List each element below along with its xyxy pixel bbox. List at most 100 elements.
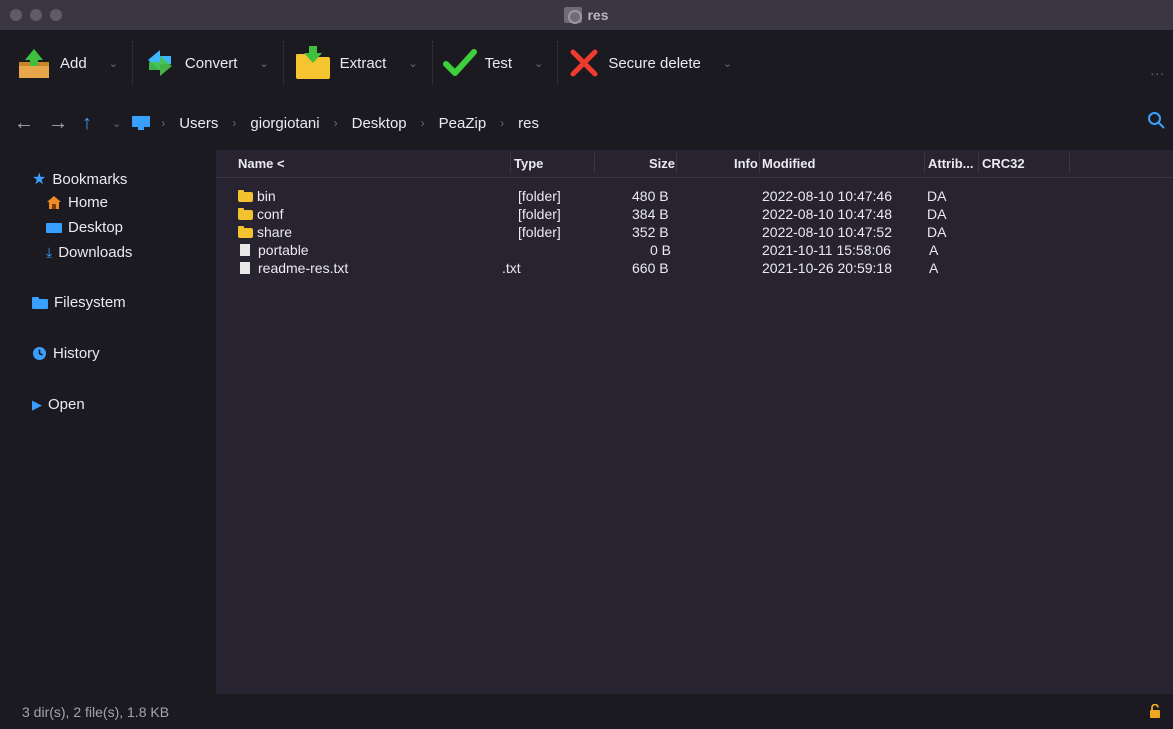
sidebar: ★ Bookmarks Home Desktop ⤓ Downloads Fil… xyxy=(0,150,216,694)
toolbar-divider xyxy=(131,41,133,85)
sidebar-filesystem[interactable]: Filesystem xyxy=(32,294,126,311)
breadcrumb-giorgiotani[interactable]: giorgiotani xyxy=(250,115,319,132)
column-name[interactable]: Name < xyxy=(238,156,285,171)
sidebar-open-label: Open xyxy=(48,396,85,413)
sidebar-item-label: Home xyxy=(68,194,109,211)
breadcrumb-peazip[interactable]: PeaZip xyxy=(439,115,487,132)
star-icon: ★ xyxy=(32,171,47,188)
column-modified[interactable]: Modified xyxy=(762,156,815,171)
file-modified-cell: 2022-08-10 10:47:46 xyxy=(762,188,892,204)
sidebar-item-label: Desktop xyxy=(68,219,124,236)
test-label: Test xyxy=(484,54,513,72)
column-divider[interactable] xyxy=(1069,153,1070,173)
sidebar-item-home[interactable]: Home xyxy=(46,194,108,211)
file-row-share[interactable]: share [folder] 352 B 2022-08-10 10:47:52… xyxy=(216,224,1173,240)
toolbar-divider xyxy=(431,41,433,85)
convert-icon xyxy=(147,50,172,76)
computer-icon[interactable] xyxy=(131,115,151,131)
add-icon xyxy=(19,49,49,78)
column-divider[interactable] xyxy=(676,153,677,173)
folder-icon xyxy=(32,296,48,309)
back-arrow-icon[interactable]: ← xyxy=(14,112,34,135)
column-size[interactable]: Size xyxy=(649,156,675,171)
file-row-bin[interactable]: bin [folder] 480 B 2022-08-10 10:47:46 D… xyxy=(216,188,1173,204)
more-options-icon[interactable]: ... xyxy=(1150,62,1165,78)
convert-dropdown-icon[interactable]: ⌄ xyxy=(259,57,268,70)
sidebar-open[interactable]: ▶ Open xyxy=(32,396,85,413)
file-size-cell: 384 B xyxy=(632,206,669,222)
file-modified-cell: 2022-08-10 10:47:52 xyxy=(762,224,892,240)
up-arrow-icon[interactable]: ↑ xyxy=(82,112,92,135)
file-list: Name < Type Size Info Modified Attrib...… xyxy=(216,150,1173,694)
search-icon[interactable] xyxy=(1147,111,1165,129)
convert-button[interactable]: Convert ⌄ xyxy=(143,43,283,83)
breadcrumb-users[interactable]: Users xyxy=(179,115,218,132)
checkmark-icon xyxy=(442,49,477,76)
toolbar-divider xyxy=(282,41,284,85)
file-icon xyxy=(240,262,250,274)
column-divider[interactable] xyxy=(924,153,925,173)
add-dropdown-icon[interactable]: ⌄ xyxy=(109,57,118,70)
history-icon xyxy=(33,347,46,360)
file-attrib-cell: A xyxy=(929,260,939,276)
file-type-cell: .txt xyxy=(502,260,521,276)
file-size-cell: 0 B xyxy=(650,242,672,258)
file-row-readme-res-txt[interactable]: readme-res.txt .txt 660 B 2021-10-26 20:… xyxy=(216,260,1173,276)
file-size-cell: 480 B xyxy=(632,188,669,204)
file-attrib-cell: A xyxy=(929,242,939,258)
test-button[interactable]: Test ⌄ xyxy=(442,43,558,83)
file-name-cell: bin xyxy=(238,188,276,204)
minimize-window-button[interactable] xyxy=(30,9,42,21)
zoom-window-button[interactable] xyxy=(50,9,62,21)
sidebar-bookmarks[interactable]: ★ Bookmarks xyxy=(32,169,127,189)
extract-label: Extract xyxy=(339,54,387,72)
test-dropdown-icon[interactable]: ⌄ xyxy=(534,57,543,70)
file-size-cell: 352 B xyxy=(632,224,669,240)
breadcrumb-separator: › xyxy=(232,116,237,130)
toolbar: Add ⌄ Convert ⌄ Extract ⌄ Test ⌄ Secure … xyxy=(0,30,1173,96)
file-type-cell: [folder] xyxy=(518,188,561,204)
add-button[interactable]: Add ⌄ xyxy=(16,43,132,83)
address-bar: ← → ↑ ⌄ › Users › giorgiotani › Desktop … xyxy=(0,96,1173,150)
secure-delete-dropdown-icon[interactable]: ⌄ xyxy=(723,57,732,70)
column-divider[interactable] xyxy=(978,153,979,173)
forward-arrow-icon[interactable]: → xyxy=(48,112,68,135)
extract-button[interactable]: Extract ⌄ xyxy=(294,43,432,83)
folder-icon xyxy=(238,190,253,202)
sidebar-item-downloads[interactable]: ⤓ Downloads xyxy=(46,244,132,261)
file-icon xyxy=(240,244,250,256)
breadcrumb-desktop[interactable]: Desktop xyxy=(352,115,407,132)
breadcrumb-separator: › xyxy=(420,116,425,130)
add-label: Add xyxy=(60,54,87,72)
breadcrumb-res[interactable]: res xyxy=(518,115,539,132)
sidebar-item-label: Downloads xyxy=(58,244,133,261)
unlock-icon[interactable] xyxy=(1149,704,1161,718)
file-attrib-cell: DA xyxy=(927,206,947,222)
history-dropdown-icon[interactable]: ⌄ xyxy=(112,117,121,130)
breadcrumb-separator: › xyxy=(161,116,166,130)
extract-icon xyxy=(295,46,330,79)
folder-icon xyxy=(238,226,253,238)
column-divider[interactable] xyxy=(759,153,760,173)
column-crc32[interactable]: CRC32 xyxy=(982,156,1025,171)
close-window-button[interactable] xyxy=(10,9,22,21)
file-modified-cell: 2022-08-10 10:47:48 xyxy=(762,206,892,222)
peazip-window: res Add ⌄ Convert ⌄ Extract ⌄ Test ⌄ Sec… xyxy=(0,0,1173,729)
breadcrumb-separator: › xyxy=(333,116,338,130)
extract-dropdown-icon[interactable]: ⌄ xyxy=(408,57,417,70)
secure-delete-button[interactable]: Secure delete ⌄ xyxy=(568,43,746,83)
sidebar-history[interactable]: History xyxy=(32,345,100,362)
file-row-portable[interactable]: portable 0 B 2021-10-11 15:58:06 A xyxy=(216,242,1173,258)
convert-label: Convert xyxy=(184,54,238,72)
column-divider[interactable] xyxy=(510,153,511,173)
column-info[interactable]: Info xyxy=(734,156,758,171)
play-icon: ▶ xyxy=(32,396,42,412)
column-type[interactable]: Type xyxy=(514,156,543,171)
file-name-cell: portable xyxy=(238,242,309,258)
delete-x-icon xyxy=(570,49,598,77)
sidebar-item-desktop[interactable]: Desktop xyxy=(46,219,123,236)
file-row-conf[interactable]: conf [folder] 384 B 2022-08-10 10:47:48 … xyxy=(216,206,1173,222)
column-divider[interactable] xyxy=(594,153,595,173)
column-attrib[interactable]: Attrib... xyxy=(928,156,974,171)
file-name-cell: share xyxy=(238,224,292,240)
